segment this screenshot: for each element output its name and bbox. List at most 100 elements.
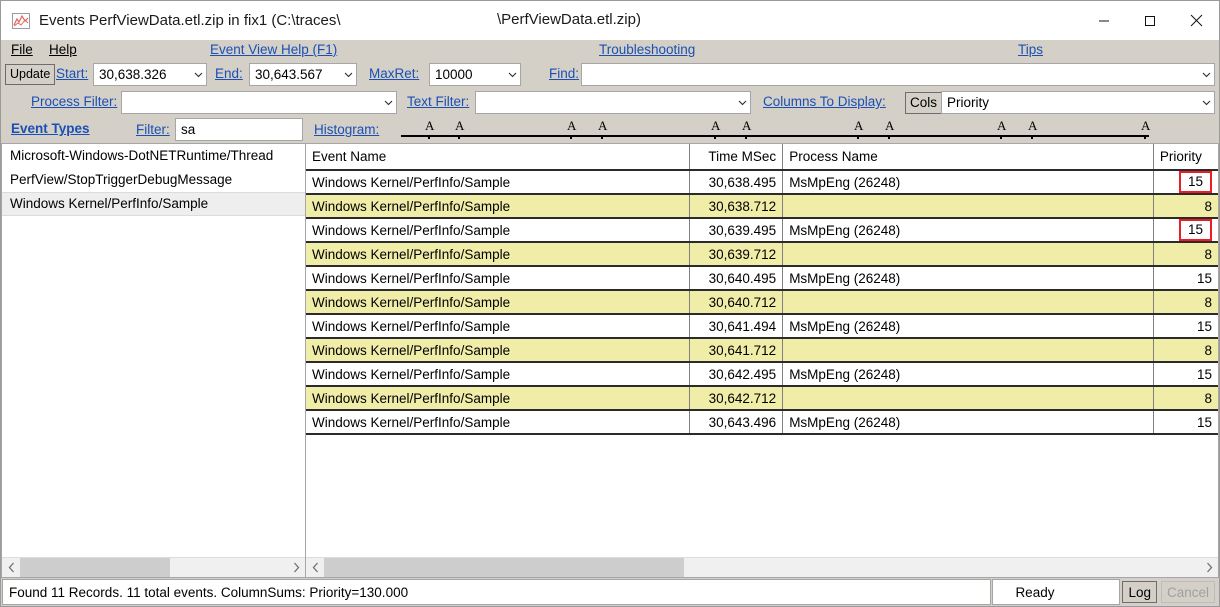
cell-process-name: MsMpEng (26248) xyxy=(782,170,1154,195)
column-header-event-name[interactable]: Event Name xyxy=(306,144,691,171)
event-type-item[interactable]: PerfView/StopTriggerDebugMessage xyxy=(2,168,305,192)
cell-priority: 15 xyxy=(1153,170,1218,195)
scroll-right-icon[interactable] xyxy=(287,558,305,577)
chevron-down-icon xyxy=(504,72,520,78)
events-grid: Event Name Time MSec Process Name Priori… xyxy=(306,144,1218,435)
cell-event-name: Windows Kernel/PerfInfo/Sample xyxy=(306,194,691,219)
find-label[interactable]: Find: xyxy=(549,66,579,81)
cell-time-msec: 30,642.495 xyxy=(689,362,784,387)
cell-priority: 15 xyxy=(1153,266,1218,291)
table-row[interactable]: Windows Kernel/PerfInfo/Sample 30,641.494… xyxy=(306,314,1218,339)
cols-button[interactable]: Cols xyxy=(905,92,943,114)
scroll-left-icon[interactable] xyxy=(306,558,324,577)
cell-time-msec: 30,639.495 xyxy=(689,218,784,243)
cell-time-msec: 30,638.495 xyxy=(689,170,784,195)
table-row[interactable]: Windows Kernel/PerfInfo/Sample 30,643.496… xyxy=(306,410,1218,435)
close-icon[interactable] xyxy=(1173,1,1219,40)
link-tips[interactable]: Tips xyxy=(1018,42,1043,57)
priority-highlight: 15 xyxy=(1178,171,1212,192)
cell-event-name: Windows Kernel/PerfInfo/Sample xyxy=(306,218,691,243)
menu-help[interactable]: Help xyxy=(49,42,77,57)
event-types-hscrollbar[interactable] xyxy=(2,557,305,577)
start-combo[interactable]: 30,638.326 xyxy=(93,63,207,86)
table-row[interactable]: Windows Kernel/PerfInfo/Sample 30,639.712… xyxy=(306,242,1218,267)
chevron-down-icon xyxy=(1198,100,1214,106)
event-types-filter-input[interactable]: sa xyxy=(175,118,303,141)
histogram-tick xyxy=(714,135,716,139)
histogram-tick xyxy=(570,135,572,139)
histogram-marker: A xyxy=(567,118,577,133)
histogram-strip[interactable]: A A A A A A A A A A A xyxy=(399,117,1217,143)
columns-to-display-label[interactable]: Columns To Display: xyxy=(763,94,886,109)
start-label[interactable]: Start: xyxy=(56,66,88,81)
window-title-left: Events PerfViewData.etl.zip in fix1 (C:\… xyxy=(39,12,341,29)
toolbar-row-primary: Update Start: 30,638.326 End: 30,643.567… xyxy=(1,61,1219,89)
end-combo[interactable]: 30,643.567 xyxy=(249,63,357,86)
cell-time-msec: 30,641.494 xyxy=(689,314,784,339)
maxret-combo[interactable]: 10000 xyxy=(429,63,521,86)
table-row[interactable]: Windows Kernel/PerfInfo/Sample 30,639.495… xyxy=(306,218,1218,243)
cell-event-name: Windows Kernel/PerfInfo/Sample xyxy=(306,290,691,315)
event-types-scroll-track[interactable] xyxy=(20,558,287,577)
link-troubleshooting[interactable]: Troubleshooting xyxy=(599,42,695,57)
update-button[interactable]: Update xyxy=(5,64,56,85)
maximize-icon[interactable] xyxy=(1127,1,1173,40)
column-header-time-msec[interactable]: Time MSec xyxy=(689,144,784,171)
cell-priority: 15 xyxy=(1153,410,1218,435)
chart-icon xyxy=(12,12,30,29)
cell-time-msec: 30,642.712 xyxy=(689,386,784,411)
link-event-view-help[interactable]: Event View Help (F1) xyxy=(210,42,337,57)
log-button[interactable]: Log xyxy=(1122,581,1157,603)
toolbar-row-eventtypes: Event Types Filter: sa Histogram: A A A … xyxy=(1,117,1219,143)
event-types-header[interactable]: Event Types xyxy=(11,121,90,136)
minimize-icon[interactable] xyxy=(1081,1,1127,40)
cell-time-msec: 30,643.496 xyxy=(689,410,784,435)
event-types-filter-value: sa xyxy=(181,122,196,137)
find-combo[interactable] xyxy=(581,63,1215,86)
process-filter-label[interactable]: Process Filter: xyxy=(31,94,117,109)
column-header-priority[interactable]: Priority xyxy=(1153,144,1218,171)
maxret-label[interactable]: MaxRet: xyxy=(369,66,419,81)
events-grid-hscrollbar[interactable] xyxy=(306,557,1218,577)
cell-priority: 8 xyxy=(1153,338,1218,363)
column-header-process-name[interactable]: Process Name xyxy=(782,144,1154,171)
process-filter-combo[interactable] xyxy=(121,91,397,114)
cell-event-name: Windows Kernel/PerfInfo/Sample xyxy=(306,362,691,387)
scroll-right-icon[interactable] xyxy=(1200,558,1218,577)
histogram-tick xyxy=(888,135,890,139)
cell-event-name: Windows Kernel/PerfInfo/Sample xyxy=(306,410,691,435)
table-row[interactable]: Windows Kernel/PerfInfo/Sample 30,642.712… xyxy=(306,386,1218,411)
table-row[interactable]: Windows Kernel/PerfInfo/Sample 30,641.712… xyxy=(306,338,1218,363)
events-grid-scroll[interactable]: Event Name Time MSec Process Name Priori… xyxy=(306,144,1218,557)
title-bar: Events PerfViewData.etl.zip in fix1 (C:\… xyxy=(1,1,1219,40)
histogram-marker: A xyxy=(1028,118,1038,133)
table-row[interactable]: Windows Kernel/PerfInfo/Sample 30,638.495… xyxy=(306,170,1218,195)
event-types-list[interactable]: Microsoft-Windows-DotNETRuntime/Thread P… xyxy=(2,144,305,557)
event-types-filter-label[interactable]: Filter: xyxy=(136,122,170,137)
table-row[interactable]: Windows Kernel/PerfInfo/Sample 30,640.495… xyxy=(306,266,1218,291)
chevron-down-icon xyxy=(1198,72,1214,78)
text-filter-combo[interactable] xyxy=(475,91,751,114)
event-type-item[interactable]: Microsoft-Windows-DotNETRuntime/Thread xyxy=(2,144,305,168)
table-row[interactable]: Windows Kernel/PerfInfo/Sample 30,640.712… xyxy=(306,290,1218,315)
event-type-item-selected[interactable]: Windows Kernel/PerfInfo/Sample xyxy=(2,192,305,216)
cell-priority: 8 xyxy=(1153,194,1218,219)
grid-body: Windows Kernel/PerfInfo/Sample 30,638.495… xyxy=(306,170,1218,435)
menu-file[interactable]: File xyxy=(11,42,33,57)
table-row[interactable]: Windows Kernel/PerfInfo/Sample 30,642.495… xyxy=(306,362,1218,387)
end-label[interactable]: End: xyxy=(215,66,243,81)
toolbar-row-filters: Process Filter: Text Filter: Columns To … xyxy=(1,89,1219,117)
events-grid-scroll-track[interactable] xyxy=(324,558,1200,577)
text-filter-label[interactable]: Text Filter: xyxy=(407,94,469,109)
status-bar: Found 11 Records. 11 total events. Colum… xyxy=(1,578,1219,606)
cell-process-name xyxy=(782,338,1154,363)
window-title-right: \PerfViewData.etl.zip) xyxy=(497,11,641,28)
histogram-label[interactable]: Histogram: xyxy=(314,122,379,137)
columns-combo[interactable]: Priority xyxy=(941,91,1215,114)
event-types-scroll-thumb[interactable] xyxy=(20,558,170,577)
events-grid-scroll-thumb[interactable] xyxy=(324,558,684,577)
histogram-marker: A xyxy=(711,118,721,133)
scroll-left-icon[interactable] xyxy=(2,558,20,577)
table-row[interactable]: Windows Kernel/PerfInfo/Sample 30,638.712… xyxy=(306,194,1218,219)
cell-priority: 8 xyxy=(1153,242,1218,267)
